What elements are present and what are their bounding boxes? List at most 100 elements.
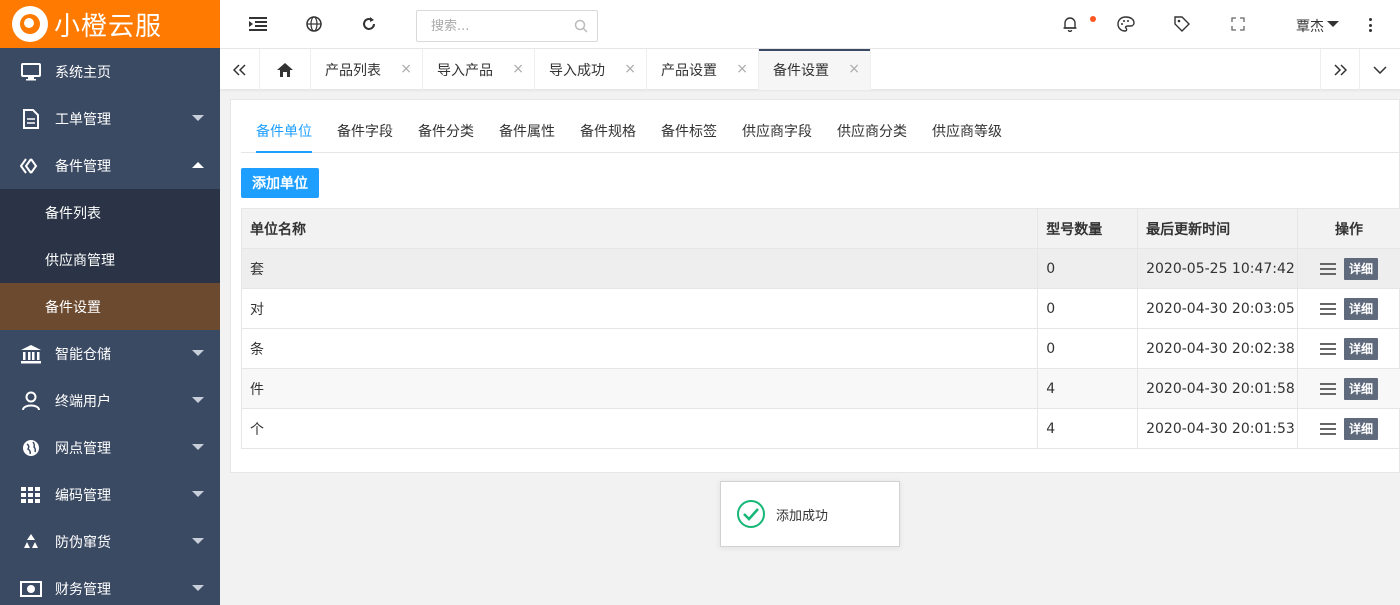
refresh-icon[interactable] bbox=[360, 15, 378, 33]
tab-label: 导入成功 bbox=[549, 62, 605, 79]
table-row[interactable]: 套 0 2020-05-25 10:47:42 详细 bbox=[240, 248, 1400, 289]
subtab-supplier-level[interactable]: 供应商等级 bbox=[932, 112, 1002, 153]
tab-import-product[interactable]: 导入产品 × bbox=[423, 49, 535, 90]
updated-time-cell: 2020-05-25 10:47:42 bbox=[1137, 248, 1299, 289]
sidebar: 小橙云服 系统主页 工单管理 备件管理 备件列表 供应商管理 备件设置 智能仓储… bbox=[0, 0, 220, 605]
updated-time-cell: 2020-04-30 20:02:38 bbox=[1137, 328, 1299, 369]
list-icon[interactable] bbox=[1320, 382, 1337, 395]
close-icon[interactable]: × bbox=[848, 61, 860, 77]
user-name[interactable]: 覃杰 bbox=[1296, 16, 1324, 36]
tab-product-settings[interactable]: 产品设置 × bbox=[647, 49, 759, 90]
chevron-down-icon bbox=[192, 397, 204, 403]
sidebar-item-warehouse[interactable]: 智能仓储 bbox=[0, 330, 220, 377]
tab-import-success[interactable]: 导入成功 × bbox=[535, 49, 647, 90]
tabs-scroll-right-button[interactable] bbox=[1320, 49, 1360, 90]
subtab-category[interactable]: 备件分类 bbox=[418, 112, 474, 153]
detail-button[interactable]: 详细 bbox=[1344, 377, 1379, 400]
search-input[interactable] bbox=[417, 11, 567, 41]
subtab-supplier-field[interactable]: 供应商字段 bbox=[742, 112, 812, 153]
palette-icon[interactable] bbox=[1117, 15, 1135, 33]
unit-name-cell: 个 bbox=[240, 408, 1039, 449]
sidebar-item-finance[interactable]: 财务管理 bbox=[0, 565, 220, 605]
chevron-down-icon[interactable] bbox=[1327, 21, 1339, 27]
sidebar-subitem-parts-list[interactable]: 备件列表 bbox=[0, 189, 220, 236]
table-row[interactable]: 条 0 2020-04-30 20:02:38 详细 bbox=[240, 328, 1400, 369]
close-icon[interactable]: × bbox=[736, 61, 748, 77]
chevron-down-icon bbox=[192, 350, 204, 356]
globe-icon[interactable] bbox=[305, 15, 323, 33]
sidebar-item-label: 终端用户 bbox=[55, 393, 111, 410]
search-box bbox=[416, 10, 598, 42]
detail-button[interactable]: 详细 bbox=[1344, 417, 1379, 440]
sidebar-item-label: 网点管理 bbox=[55, 440, 111, 457]
detail-button[interactable]: 详细 bbox=[1344, 257, 1379, 280]
tab-product-list[interactable]: 产品列表 × bbox=[311, 49, 423, 90]
tag-icon[interactable] bbox=[1173, 15, 1191, 33]
sidebar-subitem-supplier[interactable]: 供应商管理 bbox=[0, 236, 220, 283]
sidebar-item-outlets[interactable]: 网点管理 bbox=[0, 424, 220, 471]
document-icon bbox=[20, 108, 42, 129]
detail-button[interactable]: 详细 bbox=[1344, 337, 1379, 360]
model-count-cell: 0 bbox=[1037, 288, 1139, 329]
more-vertical-icon[interactable] bbox=[1366, 16, 1374, 34]
globe-icon bbox=[20, 438, 42, 458]
close-icon[interactable]: × bbox=[400, 61, 412, 77]
table-row[interactable]: 件 4 2020-04-30 20:01:58 详细 bbox=[240, 368, 1400, 409]
column-header: 最后更新时间 bbox=[1137, 208, 1299, 249]
subtab-supplier-category[interactable]: 供应商分类 bbox=[837, 112, 907, 153]
sidebar-item-label: 备件管理 bbox=[55, 158, 111, 175]
column-header: 操作 bbox=[1297, 208, 1400, 249]
success-toast: 添加成功 bbox=[720, 481, 900, 547]
subtab-tag[interactable]: 备件标签 bbox=[661, 112, 717, 153]
chevron-down-icon bbox=[192, 491, 204, 497]
subtab-unit[interactable]: 备件单位 bbox=[256, 112, 312, 153]
tab-home[interactable] bbox=[260, 49, 311, 90]
list-icon[interactable] bbox=[1320, 262, 1337, 275]
column-header: 单位名称 bbox=[240, 208, 1039, 249]
table-row[interactable]: 个 4 2020-04-30 20:01:53 详细 bbox=[240, 408, 1400, 449]
table-header-row: 单位名称 型号数量 最后更新时间 操作 bbox=[240, 208, 1400, 249]
tabs-scroll-left-button[interactable] bbox=[220, 49, 260, 90]
chevron-down-icon bbox=[192, 115, 204, 121]
sidebar-item-label: 系统主页 bbox=[55, 64, 111, 81]
sidebar-subitem-parts-settings[interactable]: 备件设置 bbox=[0, 283, 220, 330]
money-icon bbox=[20, 579, 42, 599]
units-table: 单位名称 型号数量 最后更新时间 操作 套 0 2020-05-25 10:47… bbox=[240, 208, 1400, 449]
sidebar-item-endusers[interactable]: 终端用户 bbox=[0, 377, 220, 424]
fullscreen-icon[interactable] bbox=[1229, 15, 1247, 33]
subtab-field[interactable]: 备件字段 bbox=[337, 112, 393, 153]
close-icon[interactable]: × bbox=[624, 61, 636, 77]
unit-name-cell: 对 bbox=[240, 288, 1039, 329]
table-row[interactable]: 对 0 2020-04-30 20:03:05 详细 bbox=[240, 288, 1400, 329]
actions-cell: 详细 bbox=[1297, 408, 1400, 449]
subtab-spec[interactable]: 备件规格 bbox=[580, 112, 636, 153]
notification-dot bbox=[1090, 16, 1096, 22]
tab-label: 备件设置 bbox=[773, 62, 829, 79]
unit-name-cell: 套 bbox=[240, 248, 1039, 289]
tab-parts-settings[interactable]: 备件设置 × bbox=[759, 49, 871, 90]
updated-time-cell: 2020-04-30 20:01:53 bbox=[1137, 408, 1299, 449]
list-icon[interactable] bbox=[1320, 342, 1337, 355]
detail-button[interactable]: 详细 bbox=[1344, 297, 1379, 320]
sidebar-item-workorder[interactable]: 工单管理 bbox=[0, 95, 220, 142]
sidebar-item-home[interactable]: 系统主页 bbox=[0, 48, 220, 95]
unit-name-cell: 条 bbox=[240, 328, 1039, 369]
list-icon[interactable] bbox=[1320, 302, 1337, 315]
updated-time-cell: 2020-04-30 20:03:05 bbox=[1137, 288, 1299, 329]
sidebar-item-anticounterfeit[interactable]: 防伪窜货 bbox=[0, 518, 220, 565]
sidebar-item-label: 财务管理 bbox=[55, 581, 111, 598]
close-icon[interactable]: × bbox=[512, 61, 524, 77]
logo[interactable]: 小橙云服 bbox=[0, 0, 220, 48]
subtab-attribute[interactable]: 备件属性 bbox=[499, 112, 555, 153]
orange-logo-icon bbox=[12, 6, 48, 42]
actions-cell: 详细 bbox=[1297, 248, 1400, 289]
add-unit-button[interactable]: 添加单位 bbox=[241, 168, 319, 198]
indent-menu-icon[interactable] bbox=[249, 15, 267, 33]
sidebar-item-coding[interactable]: 编码管理 bbox=[0, 471, 220, 518]
bell-icon[interactable] bbox=[1061, 15, 1079, 33]
tabs-menu-button[interactable] bbox=[1360, 49, 1400, 90]
search-icon[interactable] bbox=[574, 19, 588, 37]
diamond-icon bbox=[20, 156, 42, 176]
sidebar-item-spareparts[interactable]: 备件管理 bbox=[0, 142, 220, 189]
list-icon[interactable] bbox=[1320, 422, 1337, 435]
